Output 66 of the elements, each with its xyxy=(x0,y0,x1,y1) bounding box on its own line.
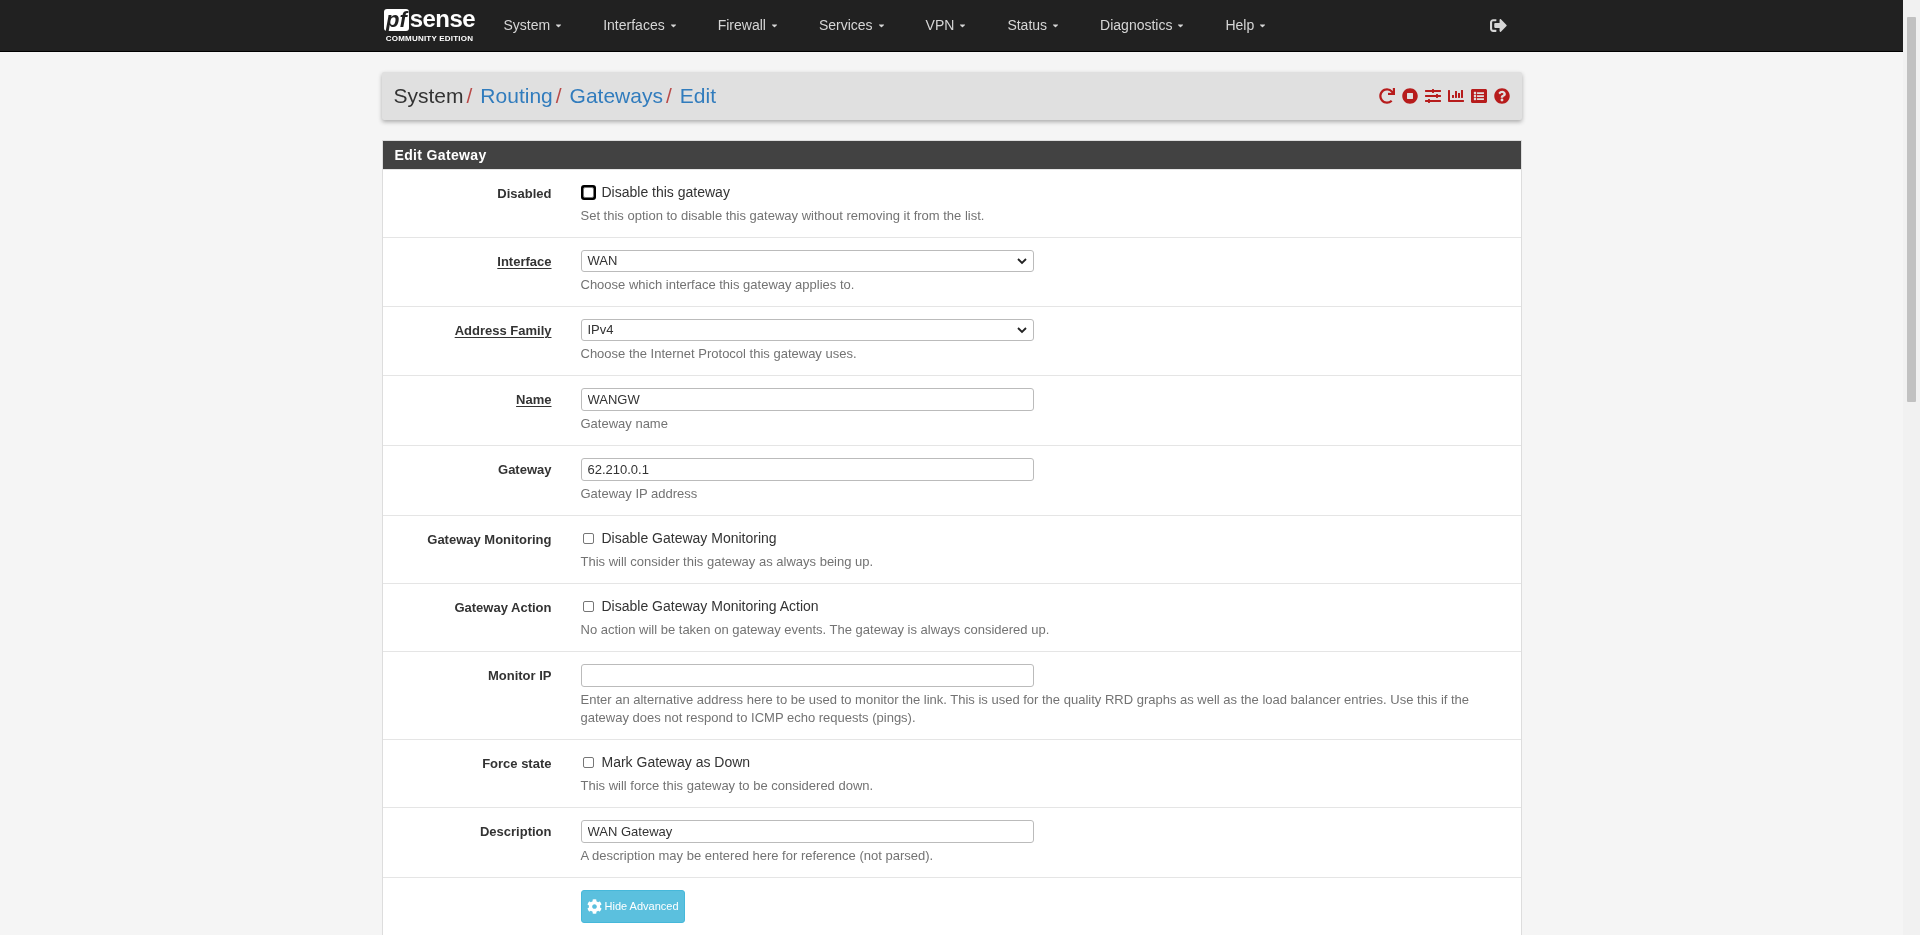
nav-menu[interactable]: Status xyxy=(987,15,1081,36)
help-text: Choose which interface this gateway applies to. xyxy=(580,276,856,294)
scrollbar-thumb[interactable] xyxy=(1907,17,1916,402)
help-icon[interactable] xyxy=(1493,88,1510,104)
caret-icon xyxy=(668,21,678,30)
help-text: Gateway name xyxy=(580,415,669,433)
checkbox[interactable] xyxy=(582,533,594,544)
nav-menu[interactable]: Help xyxy=(1205,15,1288,36)
scrollbar[interactable] xyxy=(1903,0,1920,935)
field-label: Name xyxy=(516,391,552,409)
nav-menu[interactable]: Diagnostics xyxy=(1080,15,1206,36)
chevron-down-icon xyxy=(1016,326,1027,334)
breadcrumb-separator: / xyxy=(555,83,562,110)
caret-icon xyxy=(876,21,886,30)
help-text: Choose the Internet Protocol this gateway uses. xyxy=(580,345,858,363)
nav-menu[interactable]: Firewall xyxy=(697,15,799,36)
field-label: Address Family xyxy=(454,322,552,340)
nav-menu[interactable]: System xyxy=(483,15,584,36)
nav-menu[interactable]: Interfaces xyxy=(583,15,698,36)
reload-icon[interactable] xyxy=(1378,88,1395,104)
checkbox-label[interactable]: Disable Gateway Monitoring Action xyxy=(601,596,819,617)
text-input[interactable]: WANGW xyxy=(580,388,1034,411)
checkbox-label[interactable]: Disable Gateway Monitoring xyxy=(601,528,777,549)
checkbox-label[interactable]: Mark Gateway as Down xyxy=(601,752,751,773)
field-label: Monitor IP xyxy=(487,667,552,685)
field-label: Gateway Monitoring xyxy=(427,531,552,549)
list-icon[interactable] xyxy=(1470,88,1487,104)
breadcrumb-separator: / xyxy=(665,83,672,110)
breadcrumb-separator: / xyxy=(466,83,473,110)
field-label: Description xyxy=(480,823,552,841)
select-field[interactable]: WAN xyxy=(580,250,1034,272)
caret-icon xyxy=(958,21,968,30)
sliders-icon[interactable] xyxy=(1424,88,1441,104)
bar-chart-icon[interactable] xyxy=(1447,88,1464,104)
logo[interactable]: pfsense COMMUNITY EDITION xyxy=(375,6,484,45)
text-input[interactable] xyxy=(580,664,1034,687)
help-text: No action will be taken on gateway events. The gateway is always considered up. xyxy=(580,621,1051,639)
checkbox-label[interactable]: Disable this gateway xyxy=(601,182,730,203)
caret-icon xyxy=(1176,21,1186,30)
caret-icon xyxy=(769,21,779,30)
checkbox[interactable] xyxy=(582,601,594,612)
logout-icon[interactable] xyxy=(1489,17,1507,34)
caret-icon xyxy=(1051,21,1061,30)
field-label: Gateway xyxy=(498,461,552,479)
nav-menu[interactable]: VPN xyxy=(905,15,988,36)
field-label: Disabled xyxy=(497,185,552,203)
text-input[interactable]: 62.210.0.1 xyxy=(580,458,1034,481)
select-field[interactable]: IPv4 xyxy=(580,319,1034,341)
text-input[interactable]: WAN Gateway xyxy=(580,820,1034,843)
field-label: Gateway Action xyxy=(454,599,552,617)
field-label: Force state xyxy=(482,755,552,773)
nav-menu[interactable]: Services xyxy=(798,15,906,36)
help-text: Enter an alternative address here to be used to monitor the link. This is used for the quality RRD graphs as well as the load balancer entries. Use this if the gateway does not respond to ICMP echo requests (pings). xyxy=(580,691,1471,727)
help-text: A description may be entered here for reference (not parsed). xyxy=(580,847,935,865)
help-text: This will force this gateway to be considered down. xyxy=(580,777,875,795)
caret-icon xyxy=(1258,21,1268,30)
field-label: Interface xyxy=(497,253,552,271)
gear-icon xyxy=(586,899,602,914)
help-text: Set this option to disable this gateway without removing it from the list. xyxy=(580,207,986,225)
help-text: Gateway IP address xyxy=(580,485,699,503)
caret-icon xyxy=(554,21,564,30)
chevron-down-icon xyxy=(1016,257,1027,265)
panel-title: Edit Gateway xyxy=(394,145,487,165)
breadcrumb-item: System xyxy=(393,83,464,110)
checkbox[interactable] xyxy=(582,757,594,768)
help-text: This will consider this gateway as always being up. xyxy=(580,553,875,571)
